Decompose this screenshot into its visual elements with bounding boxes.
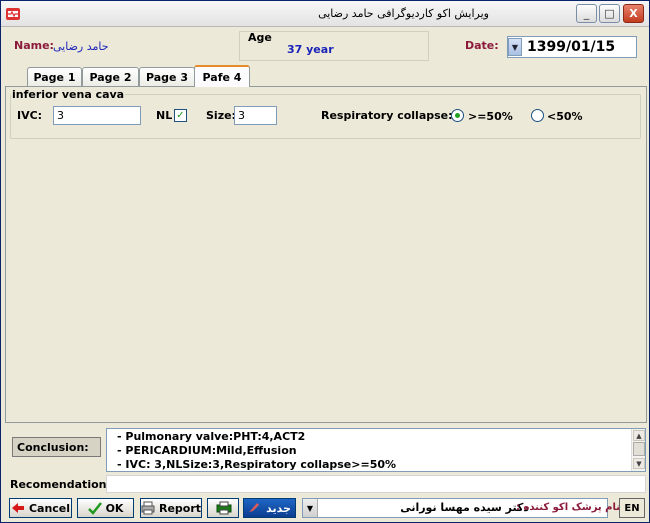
recommendation-label: Recomendation: bbox=[10, 478, 111, 491]
collapse-gte50-radio[interactable] bbox=[451, 109, 464, 122]
ivc-label: IVC: bbox=[17, 109, 43, 122]
age-value: 37 year bbox=[287, 43, 334, 56]
collapse-gte50-label: >=50% bbox=[468, 110, 513, 123]
collapse-lt50-radio[interactable] bbox=[531, 109, 544, 122]
report-button[interactable]: Report bbox=[140, 498, 202, 518]
new-button[interactable]: جدید bbox=[243, 498, 296, 518]
name-label: Name: bbox=[14, 39, 54, 52]
tab-page-1[interactable]: Page 1 bbox=[27, 67, 82, 87]
scroll-thumb[interactable] bbox=[633, 442, 645, 456]
ok-button[interactable]: OK bbox=[77, 498, 134, 518]
tab-label: Page 2 bbox=[89, 71, 132, 84]
chevron-down-icon: ▼ bbox=[306, 503, 314, 513]
new-document-icon bbox=[248, 501, 262, 515]
maximize-button[interactable]: □ bbox=[599, 4, 620, 23]
conclusion-textarea[interactable]: - Pulmonary valve:PHT:4,ACT2 - PERICARDI… bbox=[106, 428, 646, 472]
nl-label: NL bbox=[156, 109, 173, 122]
doctor-label: نام پزشک اکو کننده : bbox=[516, 502, 620, 513]
window-title: ویرایش اکو کاردیوگرافی حامد رضایی bbox=[318, 7, 489, 20]
report-label: Report bbox=[158, 501, 202, 515]
conclusion-line: - Pulmonary valve:PHT:4,ACT2 bbox=[117, 430, 306, 443]
minimize-button[interactable]: _ bbox=[576, 4, 597, 23]
recommendation-input[interactable] bbox=[106, 475, 646, 493]
ivc-input[interactable]: 3 bbox=[53, 106, 141, 125]
date-dropdown-button[interactable]: ▼ bbox=[508, 38, 522, 56]
cancel-label: Cancel bbox=[28, 501, 71, 515]
tab-label: Page 1 bbox=[33, 71, 76, 84]
age-label: Age bbox=[248, 31, 272, 44]
tab-page-4[interactable]: Pafe 4 bbox=[194, 65, 250, 87]
echo-edit-window: ویرایش اکو کاردیوگرافی حامد رضایی _ □ X … bbox=[0, 0, 650, 523]
conclusion-scrollbar[interactable]: ▲ ▼ bbox=[631, 429, 645, 471]
size-input[interactable]: 3 bbox=[234, 106, 277, 125]
doctor-value: دکتر سیده مهسا نورانی bbox=[400, 501, 529, 514]
scroll-down-icon[interactable]: ▼ bbox=[633, 458, 645, 469]
tab-page-3[interactable]: Page 3 bbox=[139, 67, 195, 87]
date-value: 1399/01/15 bbox=[527, 39, 616, 55]
check-icon: ✓ bbox=[176, 110, 185, 121]
tab-strip: Page 1 Page 2 Page 3 Pafe 4 bbox=[9, 65, 649, 87]
new-label: جدید bbox=[266, 501, 291, 515]
size-label: Size: bbox=[206, 109, 236, 122]
conclusion-line: - IVC: 3,NLSize:3,Respiratory collapse>=… bbox=[117, 458, 397, 471]
chevron-down-icon: ▼ bbox=[511, 42, 519, 52]
conclusion-label: Conclusion: bbox=[12, 437, 101, 457]
language-button[interactable]: EN bbox=[619, 498, 645, 518]
tab-content-panel bbox=[5, 86, 647, 423]
checkmark-icon bbox=[87, 501, 102, 515]
conclusion-line: - PERICARDIUM:Mild,Effusion bbox=[117, 444, 297, 457]
title-bar: ویرایش اکو کاردیوگرافی حامد رضایی _ □ X bbox=[1, 1, 649, 27]
collapse-label: Respiratory collapse: bbox=[321, 109, 453, 122]
tab-label: Pafe 4 bbox=[202, 70, 242, 84]
maximize-icon: □ bbox=[604, 7, 615, 20]
tab-page-2[interactable]: Page 2 bbox=[82, 67, 139, 87]
ok-label: OK bbox=[105, 501, 124, 515]
print-button[interactable] bbox=[207, 498, 239, 518]
cancel-button[interactable]: Cancel bbox=[9, 498, 72, 518]
back-arrow-icon bbox=[11, 501, 25, 515]
nl-checkbox[interactable]: ✓ bbox=[174, 109, 187, 122]
patient-name: حامد رضایی bbox=[53, 40, 109, 53]
close-icon: X bbox=[629, 7, 638, 20]
ivc-section-title: inferior vena cava bbox=[11, 88, 126, 101]
minimize-icon: _ bbox=[583, 7, 590, 20]
print-icon bbox=[216, 501, 232, 515]
date-label: Date: bbox=[465, 39, 499, 52]
collapse-lt50-label: <50% bbox=[547, 110, 583, 123]
scroll-up-icon[interactable]: ▲ bbox=[633, 430, 645, 441]
app-icon bbox=[5, 6, 21, 22]
tab-label: Page 3 bbox=[145, 71, 188, 84]
printer-icon bbox=[141, 501, 155, 515]
doctor-dropdown-button[interactable]: ▼ bbox=[303, 499, 318, 517]
close-button[interactable]: X bbox=[623, 4, 644, 23]
